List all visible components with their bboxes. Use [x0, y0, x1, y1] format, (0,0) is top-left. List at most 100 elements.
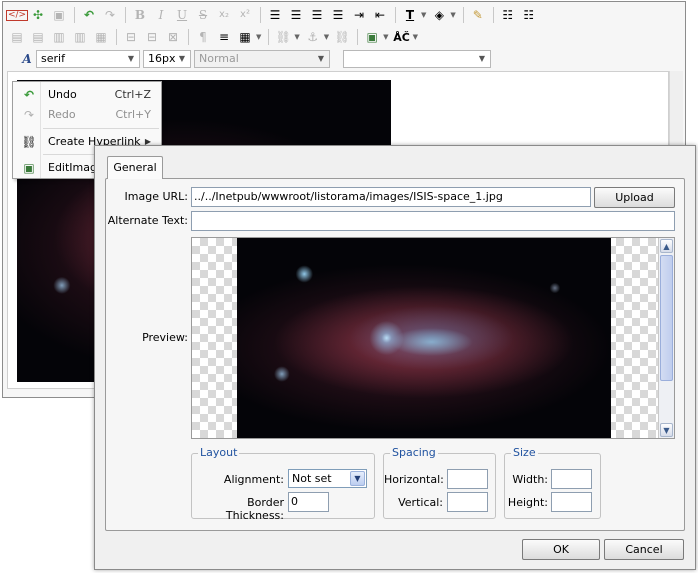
scroll-thumb[interactable]: [660, 255, 673, 381]
size-legend: Size: [511, 446, 538, 459]
toolbar-row-2: ▤ ▤ ▥ ▥ ▦ ⊟ ⊟ ⊠ ¶ ≡ ▦ ▼ ⛓ ▼ ⚓ ▼ ⛓ ▣ ▼ ÅČ…: [7, 26, 421, 48]
table-delete-row-icon[interactable]: ⊟: [121, 28, 141, 46]
horizontal-spacing-input[interactable]: [447, 469, 488, 489]
table-merge-icon[interactable]: ▦: [91, 28, 111, 46]
special-characters-icon[interactable]: ÅČ: [392, 28, 412, 46]
fullscreen-icon[interactable]: ✣: [28, 6, 48, 24]
insert-table-icon[interactable]: ▦: [235, 28, 255, 46]
layout-group: Layout Alignment: Not set ▼ Border Thick…: [191, 447, 375, 522]
redo-icon[interactable]: ↷: [100, 6, 120, 24]
font-size-select[interactable]: 16px ▼: [143, 50, 191, 68]
chevron-down-icon[interactable]: ▼: [383, 33, 388, 41]
anchor-icon[interactable]: ⚓: [303, 28, 323, 46]
table-insert-column-right-icon[interactable]: ▥: [70, 28, 90, 46]
extra-select[interactable]: ▼: [343, 50, 491, 68]
align-center-icon[interactable]: ☰: [286, 6, 306, 24]
chevron-down-icon[interactable]: ▼: [256, 33, 261, 41]
toolbar-divider: [74, 7, 75, 23]
toolbar-row-1: </> ✣ ▣ ↶ ↷ B I U S x₂ x² ☰ ☰ ☰ ☰ ⇥ ⇤ T …: [5, 4, 540, 26]
menu-divider: [43, 128, 159, 129]
redo-icon: ↷: [23, 108, 35, 122]
font-family-select[interactable]: serif ▼: [36, 50, 140, 68]
menu-item-shortcut: Ctrl+Z: [114, 88, 151, 101]
size-group: Size Width: Height:: [504, 447, 601, 519]
table-delete-icon[interactable]: ⊠: [163, 28, 183, 46]
toolbar-divider: [116, 29, 117, 45]
scroll-up-icon[interactable]: ▲: [660, 239, 673, 253]
font-size-value: 16px: [148, 52, 176, 65]
preview-scrollbar[interactable]: ▲ ▼: [658, 238, 674, 438]
width-input[interactable]: [551, 469, 592, 489]
alignment-value: Not set: [292, 472, 332, 485]
bold-icon[interactable]: B: [130, 6, 150, 24]
hyperlink-icon[interactable]: ⛓: [273, 28, 293, 46]
undo-icon: ↶: [23, 88, 35, 102]
table-insert-row-below-icon[interactable]: ▤: [28, 28, 48, 46]
align-left-icon[interactable]: ☰: [265, 6, 285, 24]
chevron-down-icon[interactable]: ▼: [324, 33, 329, 41]
highlight-color-icon[interactable]: ◈: [429, 6, 449, 24]
alt-text-input[interactable]: [191, 211, 675, 231]
toolbar-divider: [188, 29, 189, 45]
numbered-list-icon[interactable]: ☷: [519, 6, 539, 24]
horizontal-rule-icon[interactable]: ≡: [214, 28, 234, 46]
paragraph-style-value: Normal: [199, 52, 239, 65]
chevron-down-icon: ▼: [350, 471, 365, 486]
undo-icon[interactable]: ↶: [79, 6, 99, 24]
image-icon: ▣: [23, 161, 35, 175]
general-panel: Image URL: ../../Inetpub/wwwroot/listora…: [105, 178, 685, 531]
underline-icon[interactable]: U: [172, 6, 192, 24]
image-url-label: Image URL:: [124, 190, 188, 203]
unlink-icon[interactable]: ⛓: [332, 28, 352, 46]
toolbar-divider: [260, 7, 261, 23]
align-right-icon[interactable]: ☰: [328, 6, 348, 24]
chevron-down-icon[interactable]: ▼: [421, 11, 426, 19]
subscript-icon[interactable]: x₂: [214, 6, 234, 24]
outdent-icon[interactable]: ⇤: [370, 6, 390, 24]
image-url-input[interactable]: ../../Inetpub/wwwroot/listorama/images/I…: [191, 187, 591, 207]
toolbar-divider: [462, 7, 464, 23]
indent-icon[interactable]: ⇥: [349, 6, 369, 24]
toolbar-divider: [357, 29, 359, 45]
font-family-value: serif: [41, 52, 65, 65]
superscript-icon[interactable]: x²: [235, 6, 255, 24]
menu-item-undo[interactable]: ↶ Undo Ctrl+Z: [13, 85, 161, 105]
alt-text-label: Alternate Text:: [107, 214, 188, 227]
border-thickness-label: Border Thickness:: [225, 496, 284, 522]
bullet-list-icon[interactable]: ☷: [498, 6, 518, 24]
tab-general[interactable]: General: [107, 156, 163, 179]
cancel-button[interactable]: Cancel: [604, 539, 684, 560]
toolbar-divider: [492, 7, 494, 23]
preview-image: [237, 238, 611, 438]
paragraph-style-select[interactable]: Normal ▼: [194, 50, 330, 68]
upload-button[interactable]: Upload: [594, 187, 675, 208]
save-icon[interactable]: ▣: [49, 6, 69, 24]
scroll-down-icon[interactable]: ▼: [660, 423, 673, 437]
vertical-spacing-input[interactable]: [447, 492, 488, 512]
toolbar-divider: [395, 7, 396, 23]
spacing-legend: Spacing: [390, 446, 438, 459]
table-insert-row-icon[interactable]: ▤: [7, 28, 27, 46]
toolbar-divider: [125, 7, 126, 23]
chevron-down-icon[interactable]: ▼: [450, 11, 455, 19]
menu-item-shortcut: Ctrl+Y: [115, 108, 151, 121]
paragraph-icon[interactable]: ¶: [193, 28, 213, 46]
menu-item-redo[interactable]: ↷ Redo Ctrl+Y: [13, 105, 161, 125]
source-icon[interactable]: </>: [5, 6, 29, 24]
horizontal-label: Horizontal:: [384, 473, 444, 486]
table-insert-column-icon[interactable]: ▥: [49, 28, 69, 46]
height-input[interactable]: [551, 492, 592, 512]
table-delete-column-icon[interactable]: ⊟: [142, 28, 162, 46]
image-icon[interactable]: ▣: [362, 28, 382, 46]
strikethrough-icon[interactable]: S: [193, 6, 213, 24]
chevron-down-icon[interactable]: ▼: [413, 33, 418, 41]
chevron-down-icon[interactable]: ▼: [294, 33, 299, 41]
alignment-select[interactable]: Not set ▼: [288, 469, 367, 488]
border-thickness-input[interactable]: 0: [288, 492, 329, 512]
ok-button[interactable]: OK: [522, 539, 600, 560]
clear-format-icon[interactable]: ✎: [468, 6, 488, 24]
italic-icon[interactable]: I: [151, 6, 171, 24]
align-justify-icon[interactable]: ☰: [307, 6, 327, 24]
hyperlink-icon: ⛓: [21, 135, 37, 149]
font-color-icon[interactable]: T: [400, 6, 420, 24]
